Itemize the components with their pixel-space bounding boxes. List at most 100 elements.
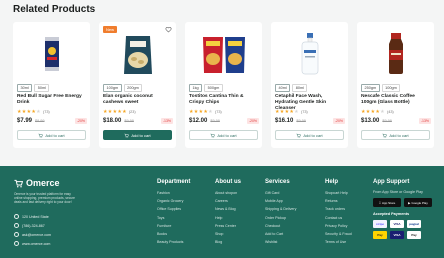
footer-link[interactable]: Office Supplies: [157, 205, 190, 213]
product-name[interactable]: Tostitos Cantina Thin & Crispy Chips: [189, 94, 259, 106]
pricing: $16.10 $9.99 -20%: [275, 118, 345, 124]
product-card[interactable]: New 100gm 200gm Elan organic coconut cas…: [99, 22, 176, 148]
product-card[interactable]: 1kg 500gm Tostitos Cantina Thin & Crispy…: [185, 22, 262, 148]
footer-link[interactable]: News & Blog: [215, 205, 241, 213]
footer-link[interactable]: Furniture: [157, 222, 190, 230]
footer-link[interactable]: Security & Fraud: [325, 230, 352, 238]
old-price: $9.99: [210, 119, 220, 123]
footer-logo[interactable]: Omerce: [14, 178, 60, 188]
footer-link[interactable]: Careers: [215, 197, 241, 205]
product-name[interactable]: Red Bull Sugar Free Energy Drink: [17, 94, 87, 106]
product-image[interactable]: [271, 26, 348, 82]
footer-link[interactable]: Books: [157, 230, 190, 238]
weight-option[interactable]: 250gm: [361, 84, 380, 92]
weight-option[interactable]: 100gm: [381, 84, 401, 92]
footer-link[interactable]: Contact us: [325, 214, 352, 222]
footer-link[interactable]: Fashion: [157, 189, 190, 197]
rating: ★★★★★ (73): [275, 109, 308, 115]
contact-phone[interactable]: (786)-324-867: [14, 223, 45, 228]
footer-link[interactable]: Checkout: [265, 222, 296, 230]
rating-count: (73): [42, 110, 50, 114]
footer-link[interactable]: Add to Cart: [265, 230, 296, 238]
apple-pay-logo: Pay: [407, 231, 421, 239]
footer-link[interactable]: Organic Grocery: [157, 197, 190, 205]
add-to-cart-button[interactable]: Add to cart: [189, 130, 258, 140]
star-rating-icon: ★★★★★: [189, 109, 213, 115]
rating: ★★★★★ (73): [189, 109, 222, 115]
chips-bags-icon: [202, 37, 245, 73]
weight-option[interactable]: 50ml: [34, 84, 50, 92]
footer-link[interactable]: Beauty Products: [157, 238, 190, 246]
product-card[interactable]: 250gm 100gm Nescafe Classic Coffee 100gm…: [357, 22, 434, 148]
footer-link[interactable]: Help: [215, 214, 241, 222]
app-support: App Support From App Store or Google Pla…: [373, 179, 432, 239]
add-to-cart-button[interactable]: Add to cart: [275, 130, 344, 140]
add-to-cart-button[interactable]: Add to cart: [361, 130, 430, 140]
footer-link[interactable]: Blog: [215, 238, 241, 246]
page: Related Products 30ml 50ml Red Bull Suga…: [0, 0, 444, 258]
weight-option[interactable]: 500gm: [204, 84, 223, 92]
app-store-label: App Store: [380, 200, 395, 205]
discount-badge: -13%: [160, 118, 173, 124]
mail-icon: [14, 232, 19, 237]
rating-count: (73): [214, 110, 222, 114]
cart-icon: [210, 133, 216, 138]
cart-icon: [124, 133, 130, 138]
add-to-cart-button[interactable]: Add to cart: [17, 130, 86, 140]
weight-option[interactable]: 100gm: [103, 84, 122, 92]
footer-link[interactable]: Privacy Policy: [325, 222, 352, 230]
footer-link[interactable]: About shopon: [215, 189, 241, 197]
product-card[interactable]: 40ml 80ml Cetaphil Face Wash, Hydrating …: [271, 22, 348, 148]
location-icon: [14, 214, 19, 219]
weight-option[interactable]: 30ml: [17, 84, 33, 92]
weight-option[interactable]: 80ml: [292, 84, 308, 92]
footer-link[interactable]: Mobile App: [265, 197, 296, 205]
footer-link[interactable]: Shopcart Help: [325, 189, 352, 197]
product-image[interactable]: [99, 26, 176, 82]
weight-option[interactable]: 200gm: [123, 84, 143, 92]
phone-icon: [14, 223, 19, 228]
product-name[interactable]: Elan organic coconut cashews sweet: [103, 94, 173, 106]
app-store-button[interactable]: App Store: [373, 198, 401, 207]
footer-link[interactable]: Shipping & Delivery: [265, 205, 296, 213]
product-image[interactable]: [357, 26, 434, 82]
footer-link[interactable]: Order Pickup: [265, 214, 296, 222]
visa-card-logo: VISA: [390, 231, 404, 239]
discount-badge: -13%: [418, 118, 431, 124]
footer-column-help: Help Shopcart Help Returns Track orders …: [325, 179, 352, 246]
footer-link[interactable]: Gift Card: [265, 189, 296, 197]
column-title: Help: [325, 179, 339, 185]
rating: ★★★★★ (73): [17, 109, 50, 115]
contact-website[interactable]: www.omerce.com: [14, 241, 50, 246]
add-to-cart-label: Add to cart: [217, 132, 237, 138]
footer-link[interactable]: Track orders: [325, 205, 352, 213]
price: $12.00: [189, 118, 208, 124]
star-rating-icon: ★★★★★: [103, 109, 127, 115]
footer-link[interactable]: Shop: [215, 230, 241, 238]
product-name[interactable]: Nescafe Classic Coffee 100gm (Glass Bott…: [361, 94, 431, 106]
google-play-button[interactable]: ▶ Google Play: [404, 198, 432, 207]
footer-link[interactable]: Toys: [157, 214, 190, 222]
add-to-cart-button[interactable]: Add to cart: [103, 130, 172, 140]
old-price: $9.99: [382, 119, 392, 123]
weight-options: 30ml 50ml: [17, 84, 50, 92]
footer-link[interactable]: Returns: [325, 197, 352, 205]
footer: Omerce Omerce is your trusted platform f…: [0, 166, 444, 258]
product-image[interactable]: [185, 26, 262, 82]
stripe-logo: stripe: [373, 220, 387, 228]
footer-link[interactable]: Terms of Use: [325, 238, 352, 246]
discount-badge: -20%: [246, 118, 259, 124]
footer-link[interactable]: Press Center: [215, 222, 241, 230]
visa-logo: VISA: [390, 220, 404, 228]
footer-link[interactable]: Wishlist: [265, 238, 296, 246]
product-card[interactable]: 30ml 50ml Red Bull Sugar Free Energy Dri…: [13, 22, 90, 148]
weight-option[interactable]: 40ml: [275, 84, 291, 92]
add-to-cart-label: Add to cart: [303, 132, 323, 138]
weight-option[interactable]: 1kg: [189, 84, 203, 92]
contact-email[interactable]: ask@omerce.com: [14, 232, 51, 237]
payment-methods: stripe VISA paypal Pay VISA Pay: [373, 220, 432, 239]
app-store-buttons: App Store ▶Google Play: [373, 198, 432, 207]
product-image[interactable]: [13, 26, 90, 82]
price: $16.10: [275, 118, 294, 124]
footer-column-department: Department Fashion Organic Grocery Offic…: [157, 179, 190, 246]
